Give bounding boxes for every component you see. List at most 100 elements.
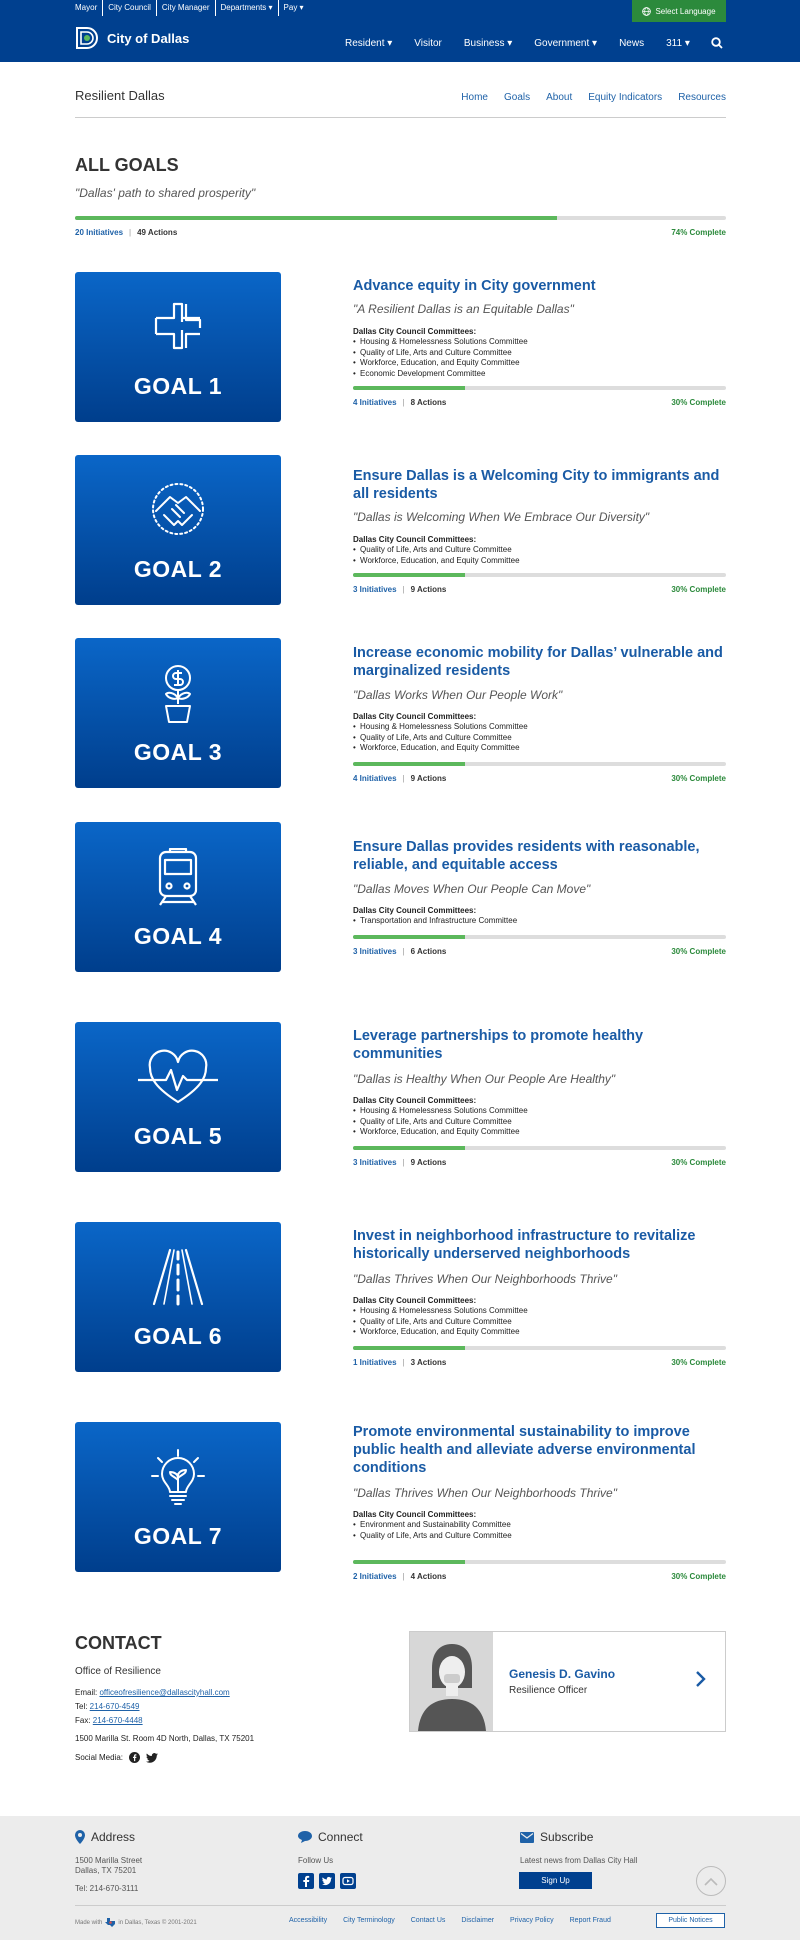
goal-title[interactable]: Advance equity in City government <box>353 277 733 295</box>
footer-link-report-fraud[interactable]: Report Fraud <box>570 1917 611 1924</box>
subnav-resources[interactable]: Resources <box>678 92 726 103</box>
section-title[interactable]: Resilient Dallas <box>75 88 165 103</box>
goal-complete: 30% Complete <box>671 398 726 407</box>
goal-title[interactable]: Increase economic mobility for Dallas’ v… <box>353 644 733 680</box>
connect-heading: Connect <box>318 1830 363 1844</box>
goal-quote: "Dallas Thrives When Our Neighborhoods T… <box>353 1486 617 1500</box>
committee-list: Housing & Homelessness Solutions Committ… <box>353 1306 528 1338</box>
city-logo[interactable]: City of Dallas <box>75 26 189 50</box>
committee-item: Quality of Life, Arts and Culture Commit… <box>353 1117 528 1128</box>
goal-quote: "Dallas is Healthy When Our People Are H… <box>353 1072 616 1086</box>
goal-card-2[interactable]: GOAL 2 <box>75 455 281 605</box>
goal-initiatives[interactable]: 2 Initiatives <box>353 1572 397 1581</box>
footer-tel: Tel: 214-670-3111 <box>75 1884 139 1893</box>
goal-card-7[interactable]: GOAL 7 <box>75 1422 281 1572</box>
stats-divider: | <box>402 398 405 407</box>
facebook-square-icon[interactable] <box>298 1873 314 1889</box>
nav-government[interactable]: Government ▾ <box>534 38 597 49</box>
util-link-city-council[interactable]: City Council <box>102 0 156 16</box>
main-nav: Resident ▾ Visitor Business ▾ Government… <box>345 38 690 49</box>
goal-actions: 8 Actions <box>410 398 447 407</box>
youtube-square-icon[interactable] <box>340 1873 356 1889</box>
goal-initiatives[interactable]: 3 Initiatives <box>353 1158 397 1167</box>
contact-address: 1500 Marilla St. Room 4D North, Dallas, … <box>75 1734 255 1743</box>
footer-link-privacy-policy[interactable]: Privacy Policy <box>510 1917 554 1924</box>
nav-311[interactable]: 311 ▾ <box>666 38 690 49</box>
goal-card-1[interactable]: GOAL 1 <box>75 272 281 422</box>
goal-initiatives[interactable]: 3 Initiatives <box>353 585 397 594</box>
goal-progress-fill <box>353 762 465 766</box>
goal-title[interactable]: Promote environmental sustainability to … <box>353 1423 733 1477</box>
chevron-right-icon[interactable] <box>695 1670 707 1688</box>
stats-divider: | <box>402 585 405 594</box>
stats-divider: | <box>402 947 405 956</box>
goal-stats: 1 Initiatives | 3 Actions <box>353 1358 446 1367</box>
subnav-about[interactable]: About <box>546 92 572 103</box>
subnav-equity-indicators[interactable]: Equity Indicators <box>588 92 662 103</box>
footer-link-disclaimer[interactable]: Disclaimer <box>461 1917 494 1924</box>
goal-label: GOAL 2 <box>133 556 223 582</box>
util-link-departments[interactable]: Departments ▾ <box>214 0 278 16</box>
goal-quote: "Dallas Works When Our People Work" <box>353 688 563 702</box>
subnav-home[interactable]: Home <box>461 92 488 103</box>
top-header: Mayor City Council City Manager Departme… <box>0 0 800 62</box>
goal-actions: 4 Actions <box>410 1572 447 1581</box>
email-link[interactable]: officeofresilience@dallascityhall.com <box>99 1688 229 1697</box>
page-title: ALL GOALS <box>75 155 179 175</box>
footer-link-accessibility[interactable]: Accessibility <box>289 1917 327 1924</box>
util-link-city-manager[interactable]: City Manager <box>155 0 215 16</box>
committee-item: Quality of Life, Arts and Culture Commit… <box>353 545 520 556</box>
fax-link[interactable]: 214-670-4448 <box>93 1716 143 1725</box>
nav-visitor[interactable]: Visitor <box>414 38 442 49</box>
goal-stats: 4 Initiatives | 9 Actions <box>353 774 446 783</box>
tel-link[interactable]: 214-670-4549 <box>90 1702 140 1711</box>
nav-business[interactable]: Business ▾ <box>464 38 512 49</box>
goal-initiatives[interactable]: 4 Initiatives <box>353 398 397 407</box>
goal-card-5[interactable]: GOAL 5 <box>75 1022 281 1172</box>
sign-up-button[interactable]: Sign Up <box>519 1872 592 1889</box>
goal-initiatives[interactable]: 4 Initiatives <box>353 774 397 783</box>
goal-title[interactable]: Leverage partnerships to promote healthy… <box>353 1027 733 1063</box>
contact-person-card[interactable]: Genesis D. Gavino Resilience Officer <box>409 1631 726 1732</box>
twitter-square-icon[interactable] <box>319 1873 335 1889</box>
tel-label: Tel: <box>75 1702 90 1711</box>
goal-title[interactable]: Invest in neighborhood infrastructure to… <box>353 1227 733 1263</box>
nav-news[interactable]: News <box>619 38 644 49</box>
goal-progress-fill <box>353 573 465 577</box>
goal-card-6[interactable]: GOAL 6 <box>75 1222 281 1372</box>
nav-resident[interactable]: Resident ▾ <box>345 38 392 49</box>
goal-label: GOAL 6 <box>133 1323 223 1349</box>
committee-item: Workforce, Education, and Equity Committ… <box>353 743 528 754</box>
select-language-button[interactable]: Select Language <box>632 0 726 22</box>
goal-progress-bar <box>353 1560 726 1564</box>
goal-card-3[interactable]: GOAL 3 <box>75 638 281 788</box>
util-link-mayor[interactable]: Mayor <box>75 0 102 16</box>
committees-label: Dallas City Council Committees: <box>353 535 477 544</box>
goal-initiatives[interactable]: 3 Initiatives <box>353 947 397 956</box>
committee-item: Housing & Homelessness Solutions Committ… <box>353 1106 528 1117</box>
page-tagline: "Dallas' path to shared prosperity" <box>75 186 256 200</box>
public-notices-button[interactable]: Public Notices <box>656 1913 725 1928</box>
goal-initiatives[interactable]: 1 Initiatives <box>353 1358 397 1367</box>
committee-item: Quality of Life, Arts and Culture Commit… <box>353 1531 512 1542</box>
footer-link-city-terminology[interactable]: City Terminology <box>343 1917 395 1924</box>
goal-title[interactable]: Ensure Dallas is a Welcoming City to imm… <box>353 467 733 503</box>
search-icon[interactable] <box>711 37 723 49</box>
address-line-1: 1500 Marilla Street <box>75 1856 143 1865</box>
goal-title[interactable]: Ensure Dallas provides residents with re… <box>353 838 733 874</box>
logo-text: City of Dallas <box>107 30 190 46</box>
util-link-pay[interactable]: Pay ▾ <box>277 0 309 16</box>
goal-progress-fill <box>353 1560 465 1564</box>
goal-card-4[interactable]: GOAL 4 <box>75 822 281 972</box>
money-plant-icon <box>165 665 191 723</box>
facebook-icon[interactable] <box>129 1752 141 1763</box>
road-icon <box>152 1248 204 1306</box>
back-to-top-button[interactable] <box>696 1866 726 1896</box>
committee-list: Quality of Life, Arts and Culture Commit… <box>353 545 520 566</box>
goal-stats: 3 Initiatives | 9 Actions <box>353 585 446 594</box>
subnav-goals[interactable]: Goals <box>504 92 530 103</box>
goal-stats: 3 Initiatives | 9 Actions <box>353 1158 446 1167</box>
overall-initiatives[interactable]: 20 Initiatives <box>75 228 123 237</box>
twitter-icon[interactable] <box>146 1752 159 1763</box>
footer-link-contact-us[interactable]: Contact Us <box>411 1917 446 1924</box>
